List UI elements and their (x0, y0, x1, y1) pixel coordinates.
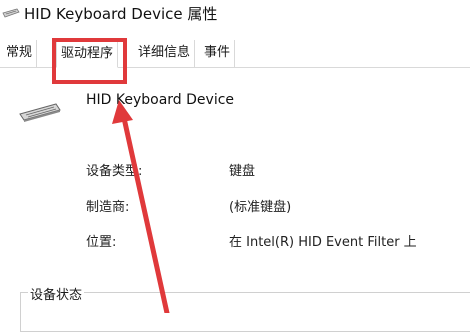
annotation-arrow (112, 100, 170, 313)
